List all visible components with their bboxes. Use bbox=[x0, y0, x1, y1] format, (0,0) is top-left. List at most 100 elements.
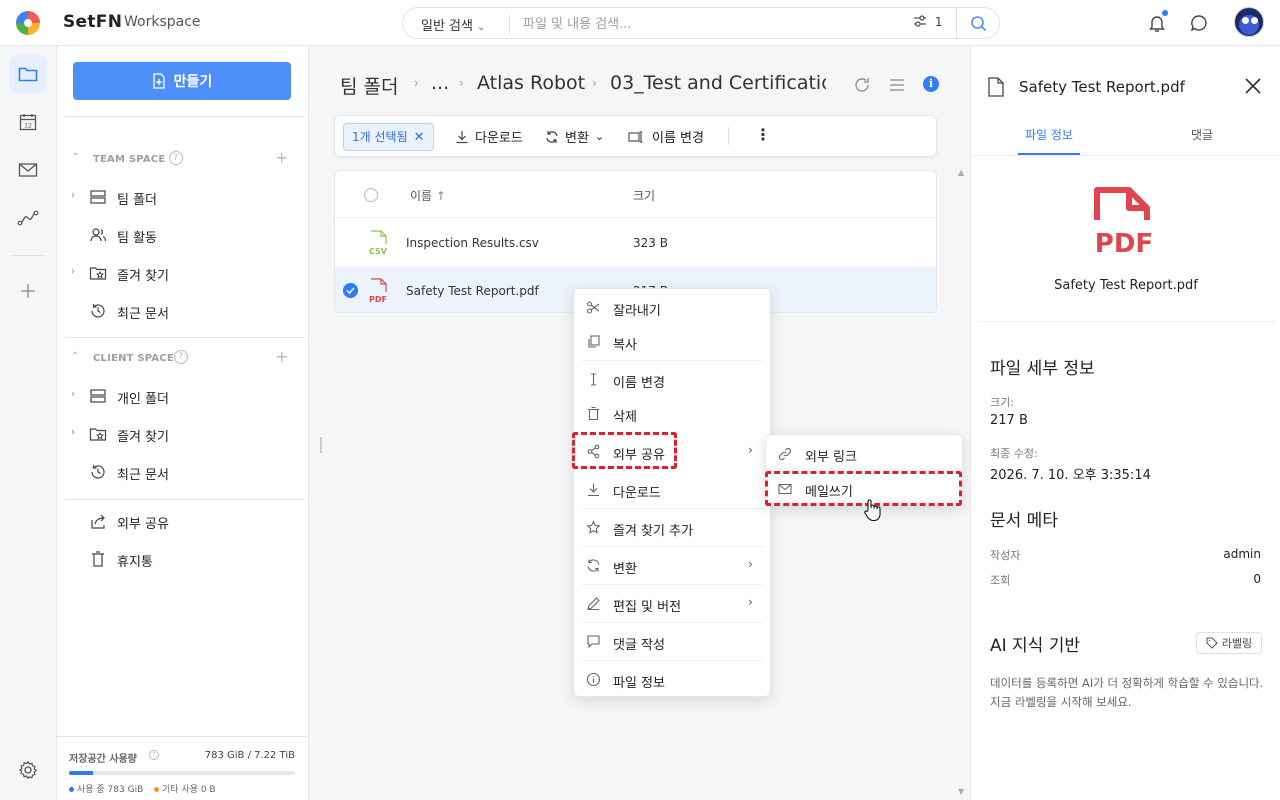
mail-icon bbox=[18, 163, 38, 177]
file-name: Safety Test Report.pdf bbox=[406, 284, 539, 298]
settings-button[interactable] bbox=[9, 751, 47, 789]
sidebar-item-external-share[interactable]: 외부 공유 bbox=[71, 506, 293, 536]
modified-key: 최종 수정: bbox=[990, 447, 1038, 460]
download-icon bbox=[588, 483, 599, 497]
table-row[interactable]: CSV Inspection Results.csv 323 B bbox=[335, 219, 936, 267]
history-icon bbox=[91, 465, 105, 479]
divider bbox=[582, 546, 764, 547]
top-bar: SetFN Workspace 일반 검색⌄ 1 bbox=[0, 0, 1280, 46]
trash-icon bbox=[92, 551, 104, 567]
chat-icon[interactable] bbox=[1188, 12, 1210, 34]
convert-button[interactable]: 변환 ⌄ bbox=[545, 127, 604, 146]
menu-item-copy[interactable]: 복사 bbox=[574, 325, 772, 359]
author-value: admin bbox=[1223, 547, 1261, 561]
menu-item-comment[interactable]: 댓글 작성 bbox=[574, 625, 772, 659]
panel-splitter[interactable] bbox=[320, 437, 322, 453]
user-avatar[interactable] bbox=[1234, 7, 1264, 37]
sidebar-item-personal-folder[interactable]: › 개인 폴더 bbox=[71, 381, 293, 411]
sidebar-item-team-folder[interactable]: › 팀 폴더 bbox=[71, 182, 293, 212]
search-icon[interactable] bbox=[969, 14, 989, 34]
sidebar-item-team-recent[interactable]: 최근 문서 bbox=[71, 296, 293, 326]
help-icon[interactable]: ? bbox=[149, 750, 159, 760]
download-button[interactable]: 다운로드 bbox=[455, 127, 523, 146]
section-heading: 문서 메타 bbox=[990, 511, 1058, 531]
menu-item-convert[interactable]: 변환 › bbox=[574, 549, 772, 583]
sliders-icon bbox=[914, 15, 926, 27]
column-size-header[interactable]: 크기 bbox=[633, 187, 655, 204]
sidebar-item-trash[interactable]: 휴지통 bbox=[71, 544, 293, 574]
csv-file-icon: CSV bbox=[369, 230, 388, 256]
select-all-checkbox[interactable] bbox=[364, 188, 378, 202]
mail-nav-button[interactable] bbox=[9, 151, 47, 189]
chevron-right-icon: › bbox=[748, 595, 753, 609]
tab-file-info[interactable]: 파일 정보 bbox=[1025, 126, 1073, 143]
file-icon bbox=[988, 77, 1004, 97]
menu-item-cut[interactable]: 잘라내기 bbox=[574, 291, 772, 325]
workspace-label: Workspace bbox=[124, 14, 201, 30]
chevron-right-icon[interactable]: › bbox=[71, 389, 75, 400]
column-name-header[interactable]: 이름 ↑ bbox=[410, 187, 446, 204]
workflow-nav-button[interactable] bbox=[9, 199, 47, 237]
files-nav-button[interactable] bbox=[9, 55, 47, 93]
calendar-nav-button[interactable]: 12 bbox=[9, 103, 47, 141]
storage-value: 783 GiB / 7.22 TiB bbox=[204, 750, 295, 761]
sidebar-item-team-activity[interactable]: 팀 활동 bbox=[71, 220, 293, 250]
info-icon[interactable]: i bbox=[923, 76, 939, 92]
more-vertical-icon[interactable]: ⋮ bbox=[755, 125, 771, 144]
storage-bar bbox=[69, 771, 295, 775]
breadcrumb-item[interactable]: 팀 폴더 bbox=[340, 72, 398, 99]
labeling-button[interactable]: 라벨링 bbox=[1196, 632, 1262, 654]
menu-item-file-info[interactable]: 파일 정보 bbox=[574, 663, 772, 697]
star-icon bbox=[586, 520, 601, 534]
rename-button[interactable]: 이름 변경 bbox=[628, 127, 704, 146]
breadcrumb-item[interactable]: ... bbox=[431, 72, 449, 94]
close-icon[interactable]: ✕ bbox=[414, 130, 425, 145]
divider bbox=[582, 360, 764, 361]
scroll-down-arrow[interactable]: ▼ bbox=[958, 787, 964, 796]
chevron-right-icon[interactable]: › bbox=[71, 190, 75, 201]
menu-item-edit-version[interactable]: 편집 및 버전 › bbox=[574, 587, 772, 621]
close-icon[interactable] bbox=[1243, 76, 1263, 96]
legend-other: 기타 사용 0 B bbox=[154, 782, 216, 795]
add-icon[interactable]: + bbox=[275, 148, 289, 167]
client-space-header[interactable]: ⌃ CLIENT SPACE ? + bbox=[71, 347, 291, 369]
create-button[interactable]: 만들기 bbox=[73, 62, 291, 100]
help-icon[interactable]: ? bbox=[174, 350, 188, 364]
menu-item-delete[interactable]: 삭제 bbox=[574, 397, 772, 431]
pencil-icon bbox=[587, 597, 600, 611]
app-logo[interactable] bbox=[16, 11, 40, 35]
breadcrumb-item[interactable]: Atlas Robot bbox=[477, 72, 585, 94]
selection-chip[interactable]: 1개 선택됨 ✕ bbox=[343, 123, 434, 151]
list-view-icon[interactable] bbox=[888, 76, 906, 94]
menu-item-add-favorite[interactable]: 즐겨 찾기 추가 bbox=[574, 511, 772, 545]
details-panel: Safety Test Report.pdf 파일 정보 댓글 PDF Safe… bbox=[970, 46, 1280, 800]
refresh-icon[interactable] bbox=[853, 76, 871, 94]
svg-text:CSV: CSV bbox=[369, 247, 388, 256]
search-scope-dropdown[interactable]: 일반 검색 ⌄ bbox=[421, 15, 485, 34]
checked-icon[interactable] bbox=[343, 283, 358, 298]
add-app-button[interactable] bbox=[9, 272, 47, 310]
scroll-up-arrow[interactable]: ▲ bbox=[958, 168, 964, 177]
menu-item-download[interactable]: 다운로드 bbox=[574, 473, 772, 507]
chevron-right-icon[interactable]: › bbox=[71, 427, 75, 438]
add-icon[interactable]: + bbox=[275, 347, 289, 366]
sidebar-item-label: 최근 문서 bbox=[117, 468, 169, 483]
menu-item-rename[interactable]: 이름 변경 bbox=[574, 363, 772, 397]
folder-icon bbox=[18, 67, 38, 82]
section-title: CLIENT SPACE bbox=[93, 353, 174, 364]
sidebar-item-label: 즐겨 찾기 bbox=[117, 430, 169, 445]
sidebar-item-client-favorites[interactable]: › 즐겨 찾기 bbox=[71, 419, 293, 449]
help-icon[interactable]: ? bbox=[169, 151, 183, 165]
sidebar-item-team-favorites[interactable]: › 즐겨 찾기 bbox=[71, 258, 293, 288]
team-space-header[interactable]: ⌃ TEAM SPACE ? + bbox=[71, 148, 291, 170]
divider bbox=[971, 155, 1280, 156]
divider bbox=[582, 508, 764, 509]
menu-item-external-link[interactable]: 외부 링크 bbox=[766, 437, 964, 471]
tab-comments[interactable]: 댓글 bbox=[1191, 126, 1213, 143]
sidebar-item-client-recent[interactable]: 최근 문서 bbox=[71, 457, 293, 487]
comment-icon bbox=[587, 635, 600, 649]
search-input[interactable] bbox=[523, 14, 903, 34]
chevron-right-icon[interactable]: › bbox=[71, 266, 75, 277]
filter-button[interactable]: 1 bbox=[913, 15, 942, 29]
section-title: TEAM SPACE bbox=[93, 154, 166, 165]
